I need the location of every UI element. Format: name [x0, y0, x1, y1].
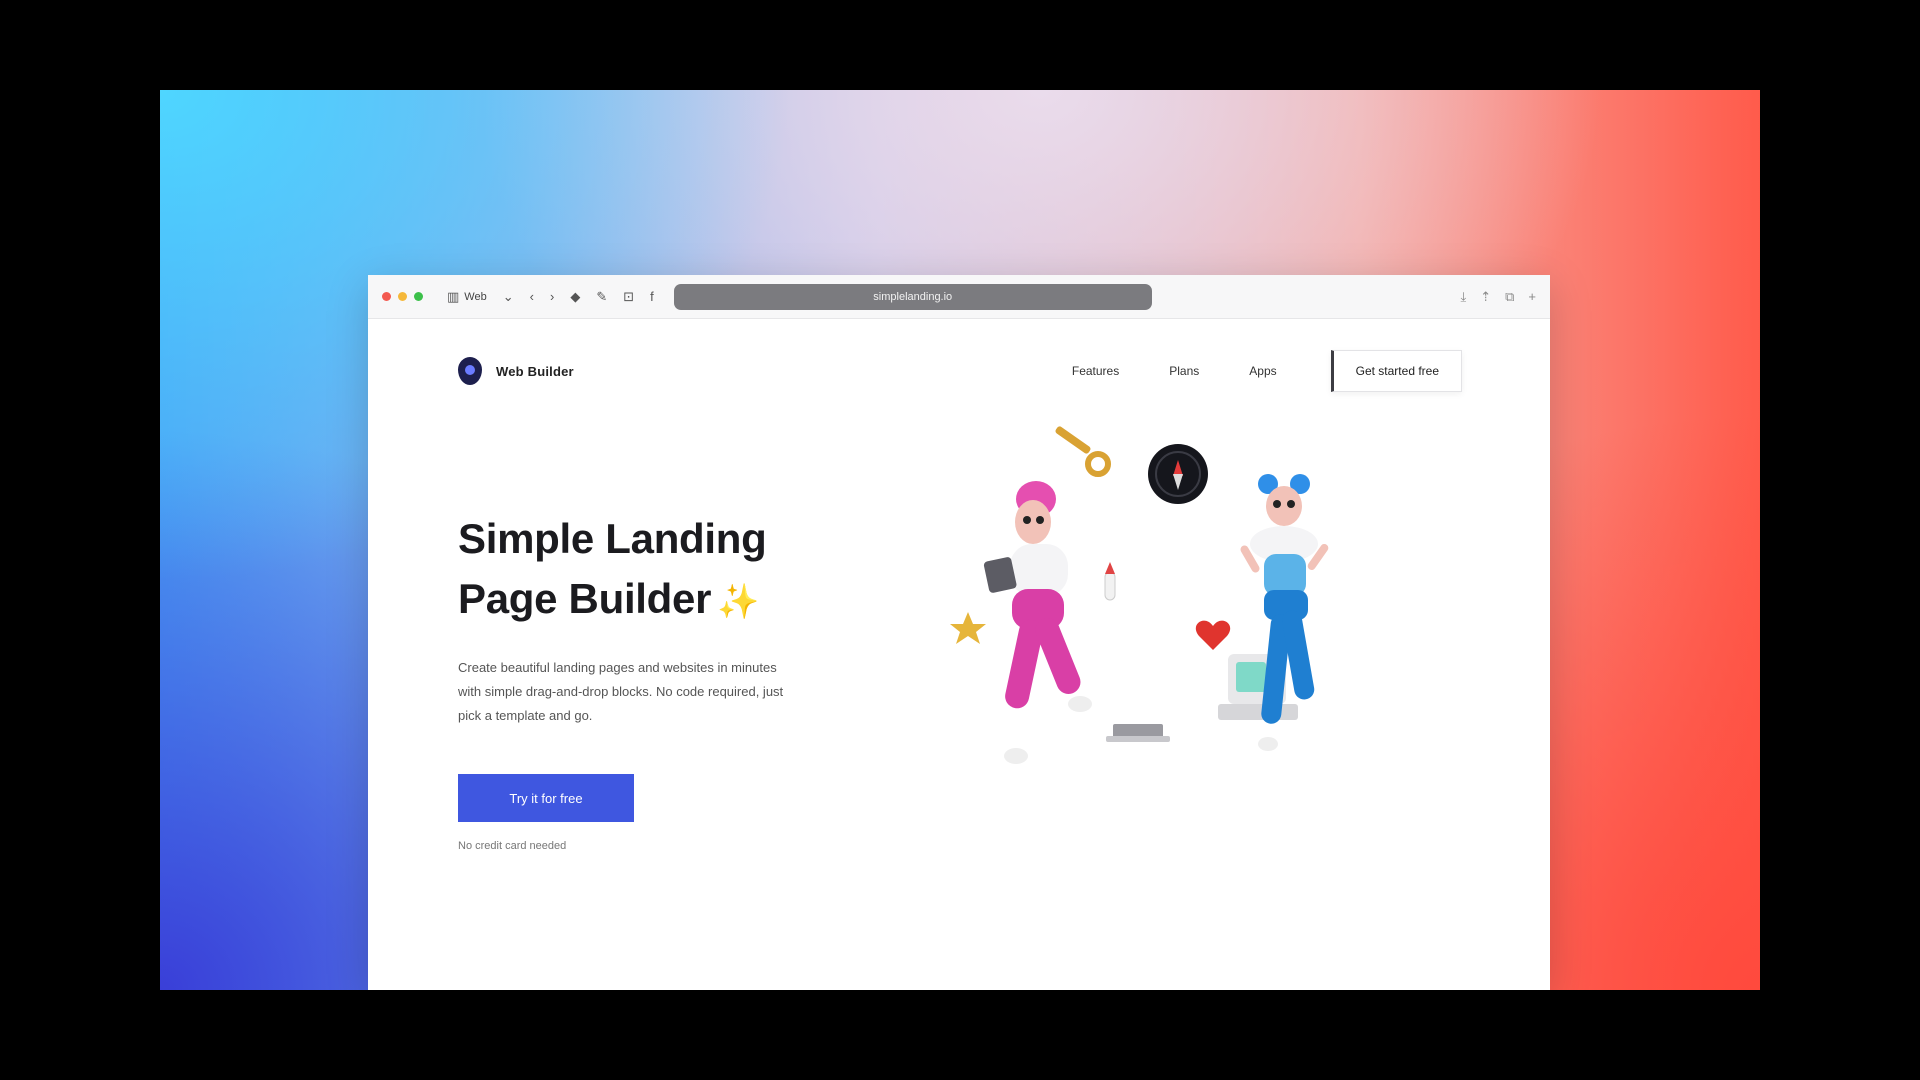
nav-link-features[interactable]: Features	[1072, 364, 1119, 378]
site-header: Web Builder Features Plans Apps Get star…	[458, 349, 1462, 393]
text-icon[interactable]: f	[650, 289, 654, 304]
compass-icon	[1148, 444, 1208, 504]
hero-note: No credit card needed	[458, 840, 567, 852]
brush-icon[interactable]: ✎	[596, 289, 607, 305]
minimize-window-button[interactable]	[398, 292, 407, 301]
heart-icon	[1195, 620, 1231, 650]
download-icon[interactable]: ⤓	[1460, 289, 1466, 305]
chevron-down-icon[interactable]: ⌄	[503, 289, 514, 305]
zoom-window-button[interactable]	[414, 292, 423, 301]
rocket-icon	[1104, 562, 1116, 601]
browser-window: ▥ Web ⌄ ‹ › ◆ ✎ ⊡ f simplelanding.io ⤓ ⇡…	[368, 275, 1550, 990]
logo-icon	[458, 357, 482, 385]
brand-logo[interactable]: Web Builder	[458, 357, 574, 385]
get-started-button[interactable]: Get started free	[1330, 350, 1462, 392]
sidebar-toggle-button[interactable]: ▥ Web	[447, 289, 487, 305]
hero-title: Simple Landing Page Builder ✨	[458, 509, 838, 632]
plus-icon[interactable]: +	[1528, 289, 1536, 305]
laptop-icon	[1106, 724, 1170, 742]
key-icon	[1055, 426, 1111, 477]
sparkle-icon: ✨	[717, 583, 760, 621]
window-controls	[382, 292, 423, 301]
try-free-button[interactable]: Try it for free	[458, 774, 634, 822]
back-button[interactable]: ‹	[530, 289, 534, 304]
star-icon	[950, 612, 986, 644]
share-icon[interactable]: ⊡	[623, 289, 634, 305]
hero-section: Simple Landing Page Builder ✨ Create beau…	[458, 509, 838, 852]
sidebar-icon: ▥	[447, 288, 460, 304]
nav-link-plans[interactable]: Plans	[1169, 364, 1199, 378]
character-left-illustration	[983, 481, 1092, 764]
hero-description: Create beautiful landing pages and websi…	[458, 660, 784, 723]
url-text: simplelanding.io	[873, 290, 953, 303]
forward-button[interactable]: ›	[550, 289, 554, 304]
hero-illustration	[950, 426, 1329, 764]
nav-link-apps[interactable]: Apps	[1249, 364, 1276, 378]
tabs-icon[interactable]: ⧉	[1505, 289, 1514, 305]
browser-toolbar: ▥ Web ⌄ ‹ › ◆ ✎ ⊡ f simplelanding.io ⤓ ⇡…	[368, 275, 1550, 319]
hero-title-line-2: Page Builder	[458, 575, 712, 622]
address-bar[interactable]: simplelanding.io	[673, 283, 1152, 310]
desktop-background: ▥ Web ⌄ ‹ › ◆ ✎ ⊡ f simplelanding.io ⤓ ⇡…	[160, 90, 1760, 990]
brand-name: Web Builder	[496, 363, 574, 379]
close-window-button[interactable]	[382, 292, 391, 301]
hero-title-line-1: Simple Landing	[458, 515, 767, 562]
share-icon[interactable]: ⇡	[1480, 289, 1491, 305]
landing-page: Web Builder Features Plans Apps Get star…	[368, 319, 1550, 990]
toolbar-label: Web	[464, 290, 487, 303]
right-toolbar: ⤓ ⇡ ⧉ +	[1460, 289, 1536, 305]
shield-icon[interactable]: ◆	[570, 289, 580, 305]
nav-links: Features Plans Apps Get started free	[1072, 350, 1462, 392]
